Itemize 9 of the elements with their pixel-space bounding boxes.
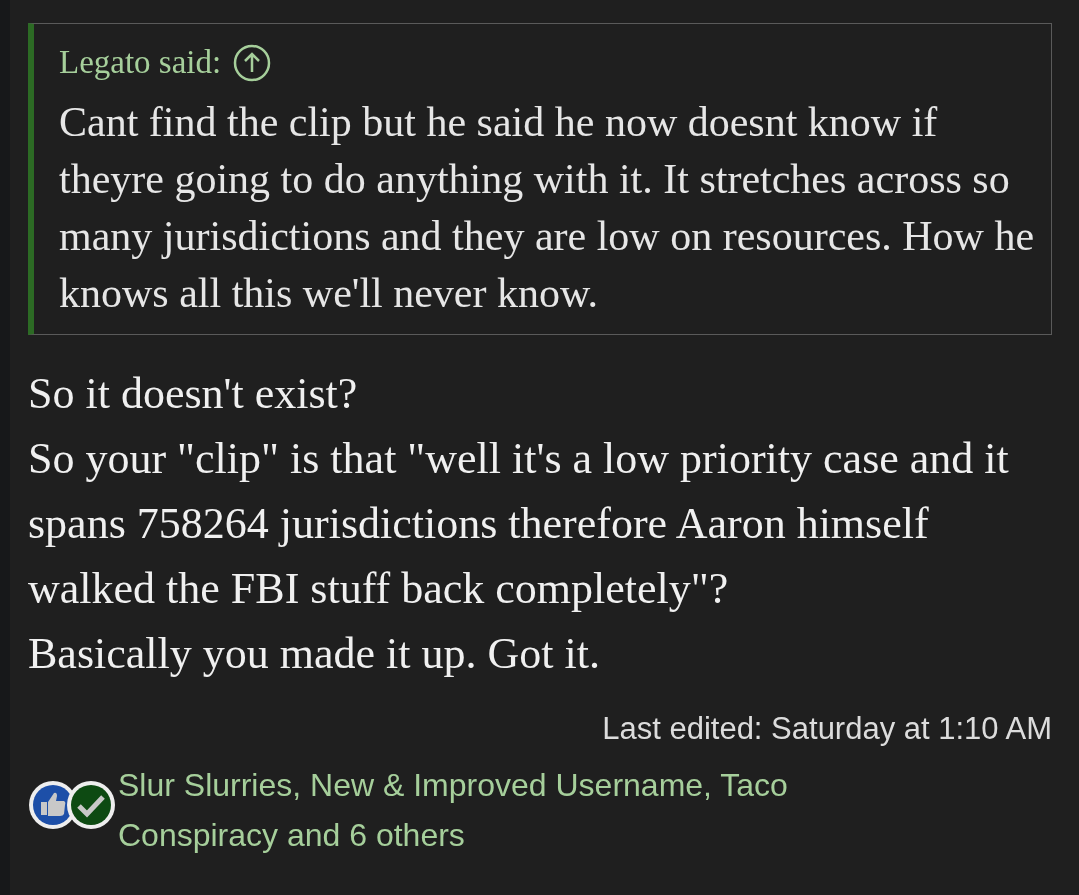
arrow-up-icon[interactable] [233,43,272,82]
reaction-list[interactable]: Slur Slurries, New & Improved Username, Taco Conspiracy and 6 others [118,760,918,860]
checkmark-icon [66,780,116,830]
last-edited: Last edited: Saturday at 1:10 AM [602,709,1052,748]
post-text: Basically you made it up. Got it. [28,627,601,680]
post-text: So it doesn't exist? [28,367,359,420]
post-text: So your "clip" is that "well it's a low priority case and it spans 758264 jurisdictions therefore Aaron himself walked the FBI stuff back completely"? [28,432,1010,615]
quote-author[interactable]: Legato said: [59,38,222,88]
quote-text: Cant find the clip but he said he now doesnt know if theyre going to do anything with it. It stretches across so many jurisdictions and they are low on resources. How he knows all this we'll never know. [59,97,1035,318]
